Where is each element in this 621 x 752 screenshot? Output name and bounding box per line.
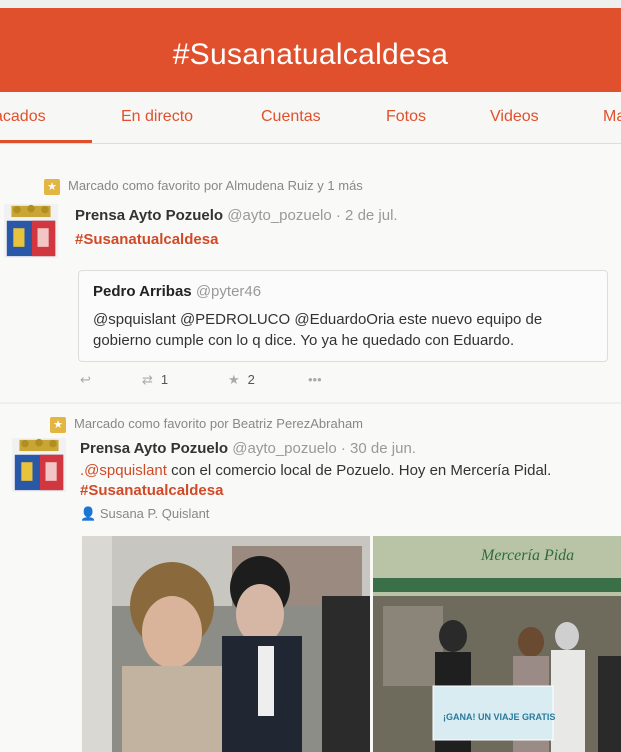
star-icon: ★ — [228, 372, 240, 387]
author-name[interactable]: Prensa Ayto Pozuelo — [80, 440, 228, 457]
retweeted-by[interactable]: 👤 Susana P. Quislant — [80, 506, 209, 522]
quoted-tweet[interactable]: Pedro Arribas @pyter46 @spquislant @PEDR… — [78, 270, 608, 362]
author-handle[interactable]: @ayto_pozuelo · 30 de jun. — [232, 440, 416, 457]
favorited-by-row: ★ Marcado como favorito por Beatriz Perez… — [50, 416, 363, 433]
banner-text: ¡GANA! UN VIAJE GRATIS — [443, 712, 555, 722]
hashtag-link[interactable]: #Susanatualcaldesa — [75, 231, 218, 248]
tweet-photo[interactable] — [82, 536, 370, 752]
tweet-photo[interactable]: Mercería Pida ¡GANA! UN VIAJE GRATIS — [373, 536, 621, 752]
user-icon: 👤 — [80, 506, 97, 521]
quoted-author-handle[interactable]: @pyter46 — [196, 283, 261, 300]
tweet-text: .@spquislant con el comercio local de Po… — [80, 462, 551, 479]
tab-mas[interactable]: Ma — [603, 108, 621, 126]
favorite-count: 2 — [247, 372, 255, 387]
search-header: #Susanatualcaldesa — [0, 8, 621, 92]
tab-fotos[interactable]: Fotos — [386, 108, 426, 126]
retweet-icon: ⇄ — [142, 372, 153, 387]
author-handle[interactable]: @ayto_pozuelo · 2 de jul. — [227, 207, 397, 224]
hashtag-link[interactable]: #Susanatualcaldesa — [80, 482, 223, 499]
more-icon[interactable]: ••• — [308, 372, 322, 387]
favorited-by-row: ★ Marcado como favorito por Almudena Ruiz… — [44, 178, 363, 195]
tab-cuentas[interactable]: Cuentas — [261, 108, 321, 126]
mention-link[interactable]: .@spquislant — [80, 462, 167, 479]
star-icon: ★ — [50, 416, 66, 433]
shop-sign-text: Mercería Pida — [480, 547, 574, 564]
star-icon: ★ — [44, 178, 60, 195]
favorite-button[interactable]: ★ 2 — [228, 372, 255, 388]
author-name[interactable]: Prensa Ayto Pozuelo — [75, 207, 223, 224]
retweet-button[interactable]: ⇄ 1 — [142, 372, 168, 388]
active-tab-indicator — [0, 140, 92, 143]
tweet-author[interactable]: Prensa Ayto Pozuelo @ayto_pozuelo · 30 d… — [80, 440, 416, 457]
page-title: #Susanatualcaldesa — [172, 38, 449, 71]
photo-shop-front: Mercería Pida ¡GANA! UN VIAJE GRATIS — [373, 536, 621, 752]
quoted-author-name[interactable]: Pedro Arribas — [93, 283, 192, 300]
quoted-author[interactable]: Pedro Arribas @pyter46 — [93, 283, 261, 300]
avatar[interactable] — [2, 204, 60, 258]
tab-bar: acados En directo Cuentas Fotos Videos M… — [0, 92, 621, 144]
reply-icon[interactable]: ↩ — [80, 372, 91, 388]
favorited-by-text: Marcado como favorito por Almudena Ruiz … — [68, 178, 363, 193]
tweet-body: con el comercio local de Pozuelo. Hoy en… — [166, 462, 552, 479]
tab-destacados[interactable]: acados — [0, 108, 46, 126]
tab-en-directo[interactable]: En directo — [121, 108, 193, 126]
avatar[interactable] — [10, 438, 68, 492]
retweet-count: 1 — [160, 372, 169, 387]
retweeted-by-name[interactable]: Susana P. Quislant — [100, 506, 210, 521]
favorited-by-text: Marcado como favorito por Beatriz PerezA… — [74, 416, 364, 431]
tab-videos[interactable]: Videos — [490, 108, 539, 126]
photo-people-street — [82, 536, 370, 752]
tweet-author[interactable]: Prensa Ayto Pozuelo @ayto_pozuelo · 2 de… — [75, 207, 398, 224]
quoted-tweet-text: @spquislant @PEDROLUCO @EduardoOria este… — [93, 311, 543, 349]
